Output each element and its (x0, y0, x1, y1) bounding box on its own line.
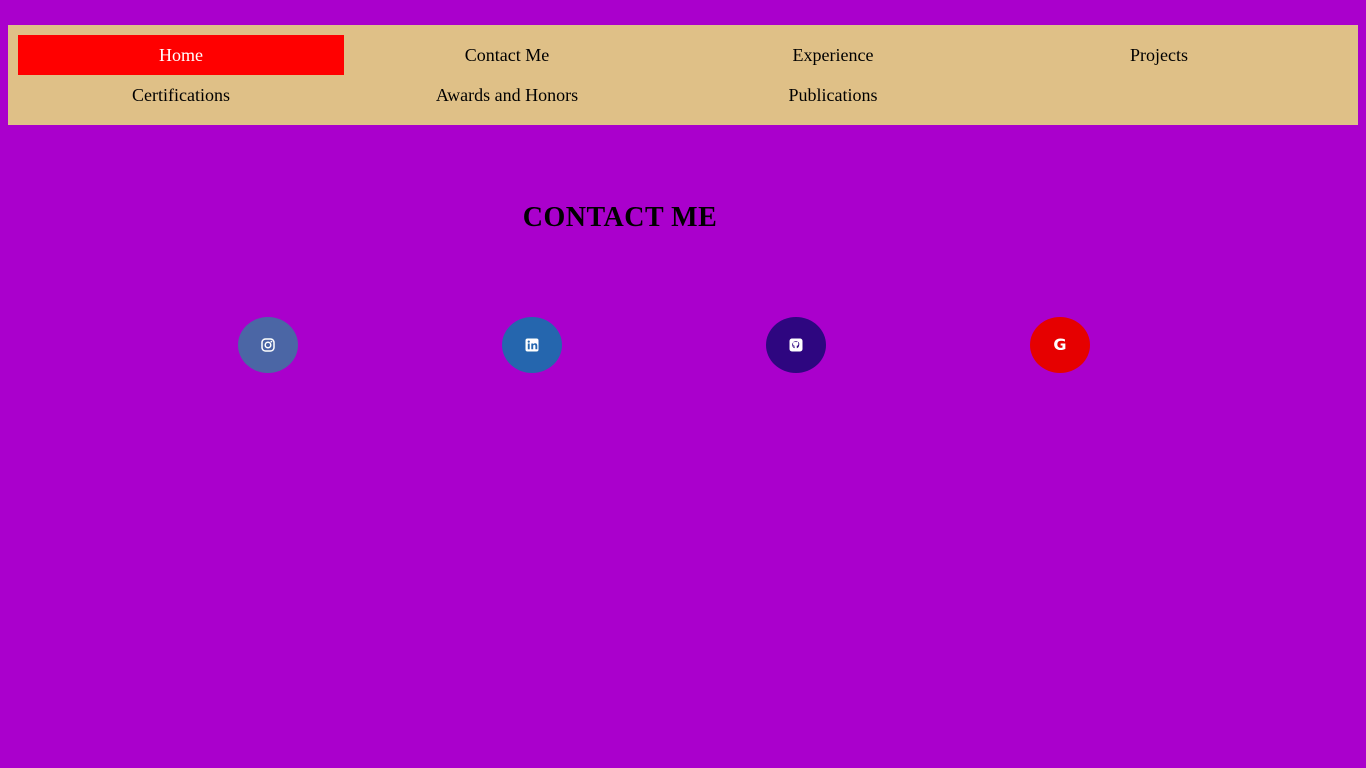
nav-item-experience[interactable]: Experience (670, 35, 996, 75)
navbar: Home Contact Me Experience Projects Cert… (8, 25, 1358, 125)
linkedin-icon (525, 338, 539, 352)
google-icon: G (1053, 335, 1067, 354)
instagram-icon (261, 338, 275, 352)
nav-item-contact-me[interactable]: Contact Me (344, 35, 670, 75)
nav-grid: Home Contact Me Experience Projects Cert… (18, 35, 1348, 115)
github-button[interactable] (766, 317, 826, 373)
page-title: CONTACT ME (522, 202, 718, 233)
instagram-button[interactable] (238, 317, 298, 373)
linkedin-button[interactable] (502, 317, 562, 373)
github-icon (789, 338, 803, 352)
nav-item-certifications[interactable]: Certifications (18, 75, 344, 115)
nav-item-publications[interactable]: Publications (670, 75, 996, 115)
nav-item-projects[interactable]: Projects (996, 35, 1322, 75)
google-button[interactable]: G (1030, 317, 1090, 373)
nav-item-home[interactable]: Home (18, 35, 344, 75)
nav-item-awards-and-honors[interactable]: Awards and Honors (344, 75, 670, 115)
